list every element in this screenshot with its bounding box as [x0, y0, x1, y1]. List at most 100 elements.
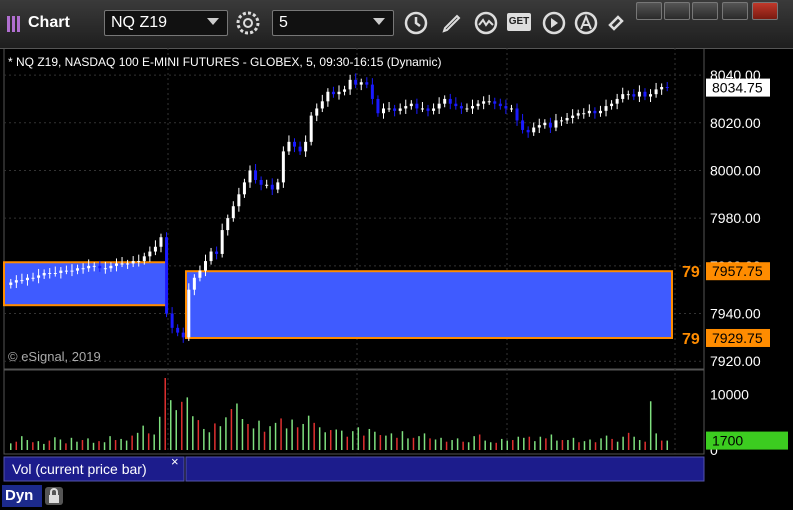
- zone-rect: [3, 261, 167, 307]
- study-wave-icon[interactable]: [474, 11, 498, 35]
- candle-body: [504, 106, 508, 109]
- price-tick-label: 7920.00: [710, 353, 761, 369]
- candle-body: [304, 141, 308, 152]
- candle-body: [554, 120, 558, 128]
- settings-gear-icon[interactable]: [236, 11, 260, 35]
- candle-body: [370, 84, 374, 99]
- candle-body: [415, 103, 419, 109]
- watermark: © eSignal, 2019: [8, 349, 101, 364]
- candle-body: [382, 108, 386, 114]
- volume-pane-frame: [3, 369, 705, 455]
- candle-body: [337, 91, 341, 95]
- candle-body: [42, 273, 46, 276]
- candle-body: [20, 280, 24, 282]
- candle-body: [526, 129, 530, 133]
- candle-body: [209, 251, 213, 262]
- symbol-field[interactable]: NQ Z19: [104, 10, 228, 36]
- interval-field[interactable]: 5: [272, 10, 394, 36]
- candle-body: [660, 87, 664, 90]
- candle-body: [248, 170, 252, 183]
- candle-body: [560, 120, 564, 122]
- zone-rect: [185, 270, 673, 339]
- candle-body: [493, 101, 497, 104]
- restore-button[interactable]: [664, 2, 690, 20]
- candle-body: [482, 101, 486, 104]
- candle-body: [571, 115, 575, 118]
- candle-body: [521, 120, 525, 130]
- candle-body: [320, 101, 324, 109]
- candle-body: [9, 282, 13, 285]
- candle-body: [187, 289, 191, 338]
- lock-icon[interactable]: [44, 486, 64, 506]
- candle-body: [176, 327, 180, 333]
- pin-button[interactable]: [636, 2, 662, 20]
- candle-body: [398, 108, 402, 111]
- price-tick-label: 8000.00: [710, 162, 761, 178]
- chevron-down-icon[interactable]: [207, 18, 219, 25]
- interval-value: 5: [279, 14, 288, 31]
- candle-body: [25, 277, 29, 281]
- candle-body: [315, 108, 319, 116]
- play-icon[interactable]: [542, 11, 566, 35]
- candle-body: [309, 115, 313, 142]
- dyn-button[interactable]: Dyn: [2, 485, 42, 507]
- candle-body: [242, 182, 246, 195]
- candle-body: [454, 103, 458, 107]
- candle-body: [137, 261, 141, 263]
- level-price-label: 7929.75: [712, 330, 763, 346]
- candle-body: [265, 184, 269, 186]
- candle-body: [87, 265, 91, 269]
- candle-body: [376, 98, 380, 114]
- candle-body: [70, 270, 74, 272]
- candle-body: [287, 141, 291, 152]
- candle-body: [476, 103, 480, 107]
- candle-body: [31, 277, 35, 279]
- candle-body: [48, 273, 52, 274]
- chart-area[interactable]: 8040.008020.008000.007980.007960.007940.…: [0, 48, 793, 482]
- candle-body: [37, 275, 41, 278]
- candle-body: [198, 270, 202, 278]
- price-tick-label: 7980.00: [710, 210, 761, 226]
- candle-body: [326, 91, 330, 102]
- candle-body: [548, 122, 552, 128]
- candle-body: [281, 151, 285, 183]
- candle-body: [270, 184, 274, 190]
- symbol-value: NQ Z19: [111, 14, 168, 31]
- candle-body: [165, 237, 169, 314]
- candle-body: [237, 194, 241, 207]
- close-window-button[interactable]: [752, 2, 778, 20]
- candle-body: [593, 110, 597, 114]
- maximize-button[interactable]: [722, 2, 748, 20]
- candle-body: [615, 98, 619, 104]
- link-icon[interactable]: [604, 11, 628, 35]
- candle-body: [348, 79, 352, 90]
- close-study-icon[interactable]: ×: [171, 454, 179, 469]
- level-price-label: 7957.75: [712, 263, 763, 279]
- candle-body: [487, 101, 491, 103]
- volume-last-label: 1700: [712, 433, 743, 449]
- candle-body: [604, 106, 608, 111]
- candle-body: [587, 110, 591, 114]
- candle-body: [276, 182, 280, 190]
- candle-body: [509, 108, 513, 110]
- get-button[interactable]: GET: [507, 13, 531, 31]
- candle-body: [654, 89, 658, 95]
- candle-body: [387, 108, 391, 110]
- candle-body: [192, 277, 196, 290]
- candle-body: [81, 268, 85, 270]
- candle-body: [665, 87, 669, 88]
- alert-a-icon[interactable]: [574, 11, 598, 35]
- chevron-down-icon[interactable]: [373, 18, 385, 25]
- candle-body: [109, 265, 113, 269]
- candle-body: [170, 313, 174, 328]
- candle-body: [598, 110, 602, 114]
- pencil-icon[interactable]: [440, 11, 464, 35]
- volume-tick-label: 10000: [710, 387, 749, 403]
- clock-icon[interactable]: [404, 11, 428, 35]
- candle-body: [498, 103, 502, 107]
- minimize-button[interactable]: [692, 2, 718, 20]
- candle-body: [76, 268, 80, 271]
- candle-body: [53, 273, 57, 274]
- candle-body: [443, 98, 447, 104]
- candle-body: [365, 82, 369, 85]
